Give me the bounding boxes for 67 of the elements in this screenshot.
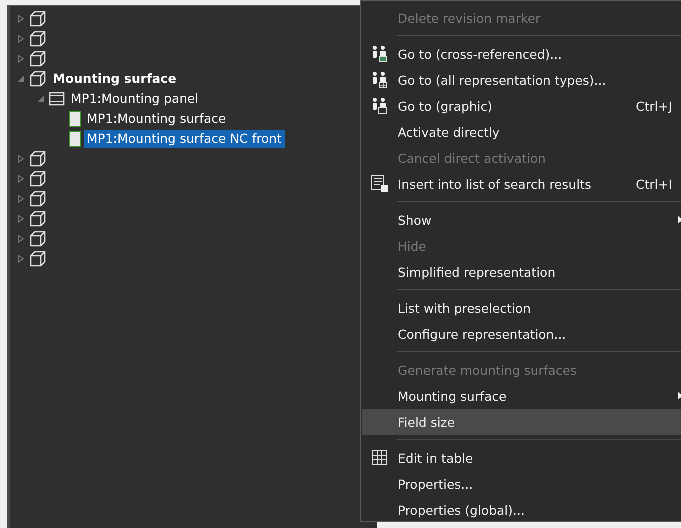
menu-item[interactable]: Properties... xyxy=(362,471,681,497)
expand-caret-icon[interactable] xyxy=(18,15,24,23)
menu-item[interactable]: Insert into list of search results Ctrl+I xyxy=(362,171,681,197)
menu-item[interactable]: Mounting surface xyxy=(362,383,681,409)
menu-item[interactable]: Edit in table xyxy=(362,445,681,471)
expand-caret-icon[interactable] xyxy=(18,195,24,203)
panel-icon xyxy=(49,92,65,106)
menu-item-label: List with preselection xyxy=(398,300,531,316)
menu-item[interactable]: Go to (graphic) Ctrl+J xyxy=(362,93,681,119)
menu-item-label: Simplified representation xyxy=(398,264,556,280)
tree-item[interactable]: MP1:Mounting surface xyxy=(84,110,230,128)
expand-caret-icon[interactable] xyxy=(18,235,24,243)
figures-icon xyxy=(371,71,389,89)
menu-item-label: Delete revision marker xyxy=(398,10,541,26)
tree-item[interactable]: Mounting surface xyxy=(50,70,180,88)
menu-item-label: Show xyxy=(398,212,432,228)
menu-item-label: Insert into list of search results xyxy=(398,176,592,192)
collapse-caret-icon[interactable] xyxy=(18,76,24,82)
surface-icon xyxy=(69,131,81,147)
menu-item-label: Activate directly xyxy=(398,124,500,140)
menu-item[interactable]: Properties (global)... xyxy=(362,497,681,523)
list-document-icon xyxy=(371,175,389,193)
menu-item[interactable]: List with preselection xyxy=(362,295,681,321)
menu-item[interactable]: Simplified representation xyxy=(362,259,681,285)
menu-item-label: Configure representation... xyxy=(398,326,566,342)
tree-item[interactable]: MP1:Mounting surface NC front xyxy=(84,130,285,148)
menu-item-label: Hide xyxy=(398,238,426,254)
surface-icon xyxy=(69,111,81,127)
cube-icon xyxy=(29,170,47,188)
cube-icon xyxy=(29,230,47,248)
menu-item-label: Properties (global)... xyxy=(398,502,525,518)
menu-item[interactable]: Show xyxy=(362,207,681,233)
shortcut-label: Ctrl+I xyxy=(636,176,674,192)
menu-item-label: Cancel direct activation xyxy=(398,150,546,166)
cube-icon xyxy=(29,150,47,168)
menu-item-label: Go to (graphic) xyxy=(398,98,493,114)
grid-icon xyxy=(372,450,388,466)
menu-item[interactable]: Go to (cross-referenced)... xyxy=(362,41,681,67)
menu-item-label: Field size xyxy=(398,414,456,430)
cube-icon xyxy=(29,50,47,68)
cube-icon xyxy=(29,250,47,268)
cube-icon xyxy=(29,190,47,208)
menu-item[interactable]: Field size xyxy=(362,409,681,435)
menu-item-label: Properties... xyxy=(398,476,474,492)
collapse-caret-icon[interactable] xyxy=(38,96,44,102)
cube-icon xyxy=(29,10,47,28)
expand-caret-icon[interactable] xyxy=(18,255,24,263)
menu-item-label: Edit in table xyxy=(398,450,474,466)
cube-icon xyxy=(29,210,47,228)
menu-item-label: Go to (cross-referenced)... xyxy=(398,46,562,62)
menu-item-label: Generate mounting surfaces xyxy=(398,362,577,378)
expand-caret-icon[interactable] xyxy=(18,215,24,223)
figures-icon xyxy=(371,45,389,63)
tree-item[interactable]: MP1:Mounting panel xyxy=(68,90,202,108)
menu-item[interactable]: Activate directly xyxy=(362,119,681,145)
cube-icon xyxy=(29,30,47,48)
expand-caret-icon[interactable] xyxy=(18,35,24,43)
menu-item[interactable]: Configure representation... xyxy=(362,321,681,347)
menu-item-label: Go to (all representation types)... xyxy=(398,72,606,88)
cube-icon xyxy=(29,70,47,88)
expand-caret-icon[interactable] xyxy=(18,55,24,63)
shortcut-label: Ctrl+J xyxy=(636,98,674,114)
expand-caret-icon[interactable] xyxy=(18,175,24,183)
menu-item[interactable]: Go to (all representation types)... xyxy=(362,67,681,93)
figures-icon xyxy=(371,97,389,115)
menu-item-label: Mounting surface xyxy=(398,388,507,404)
expand-caret-icon[interactable] xyxy=(18,155,24,163)
